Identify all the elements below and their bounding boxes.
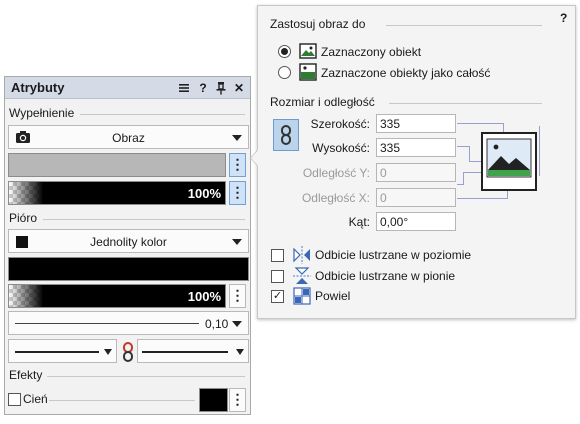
offset-y-connector-drop [463, 172, 464, 184]
effects-section-divider [47, 376, 245, 377]
size-offset-divider [389, 103, 542, 104]
chevron-down-icon [236, 349, 244, 355]
pen-color-swatch[interactable] [8, 257, 249, 281]
effects-section-label: Efekty [9, 368, 43, 382]
shadow-label: Cień [23, 392, 48, 406]
width-connector-top [479, 123, 504, 124]
angle-label: Kąt: [348, 215, 370, 229]
pen-type-dropdown[interactable]: Jednolity kolor [8, 229, 249, 253]
height-field[interactable]: 335 [376, 138, 456, 157]
fill-opacity-value: 100% [187, 186, 221, 201]
width-connector [457, 123, 479, 124]
line-width-value: 0,10 [205, 317, 229, 331]
menu-icon[interactable] [177, 80, 191, 96]
tile-label[interactable]: Powiel [315, 289, 350, 303]
line-start-preview [15, 351, 99, 353]
offset-y-label: Odległość Y: [302, 166, 370, 180]
line-width-dropdown[interactable]: 0,10 [8, 311, 249, 335]
pen-section-divider [43, 219, 245, 220]
chain-link-icon [121, 342, 135, 365]
help-button[interactable]: ? [196, 80, 210, 96]
fill-opacity-more-button[interactable]: ⋮ [229, 181, 246, 205]
apply-image-section-label: Zastosuj obraz do [270, 17, 366, 31]
line-start-dropdown[interactable] [8, 339, 117, 363]
dialog-callout-fill [251, 150, 258, 166]
height-connector [457, 146, 469, 147]
width-field[interactable]: 335 [376, 114, 456, 133]
option-selected-objects-whole-label[interactable]: Zaznaczone obiekty jako całość [321, 66, 490, 80]
fill-swatch-more-button[interactable]: ⋮ [229, 153, 246, 177]
pen-section-label: Pióro [9, 211, 38, 225]
mirror-horizontal-checkbox[interactable] [271, 249, 284, 262]
tile-checkbox[interactable]: ✓ [271, 290, 284, 303]
size-offset-section-label: Rozmiar i odległość [270, 95, 375, 109]
chevron-down-icon [232, 239, 242, 245]
pen-opacity-bar[interactable]: 100% [8, 284, 226, 308]
option-selected-object-label[interactable]: Zaznaczony obiekt [321, 45, 421, 59]
shadow-more-button[interactable]: ⋮ [229, 388, 246, 412]
offset-y-field[interactable]: 0 [376, 163, 456, 182]
chevron-down-icon [232, 135, 242, 141]
width-connector-drop [503, 123, 504, 132]
mirror-horizontal-label[interactable]: Odbicie lustrzane w poziomie [315, 248, 471, 262]
attributes-titlebar[interactable]: Atrybuty ? ✕ [5, 77, 250, 99]
line-end-dropdown[interactable] [137, 339, 249, 363]
offset-x-field[interactable]: 0 [376, 188, 456, 207]
pin-icon[interactable] [214, 80, 228, 96]
close-button[interactable]: ✕ [232, 80, 246, 96]
fill-type-dropdown[interactable]: Obraz [8, 125, 249, 149]
chevron-down-icon [232, 321, 242, 327]
image-object-icon [299, 42, 317, 63]
fill-section-divider [80, 114, 245, 115]
dialog-help-button[interactable]: ? [560, 11, 567, 25]
fill-opacity-bar[interactable]: 100% [8, 181, 226, 205]
line-end-preview [142, 351, 228, 353]
image-group-icon [299, 63, 317, 84]
mirror-vertical-checkbox[interactable] [271, 270, 284, 283]
attributes-title: Atrybuty [11, 80, 65, 95]
lock-aspect-button[interactable] [273, 119, 299, 151]
radio-selected-objects-whole[interactable] [278, 66, 291, 79]
mirror-vertical-icon [293, 267, 311, 288]
offset-y-connector [463, 172, 481, 173]
offset-y-connector-out [457, 184, 464, 185]
fill-image-swatch[interactable] [8, 153, 226, 177]
line-width-preview [15, 323, 199, 324]
shadow-color-swatch[interactable] [199, 388, 228, 412]
pen-opacity-value: 100% [187, 289, 221, 304]
mirror-horizontal-icon [293, 246, 311, 267]
offset-x-connector [457, 198, 507, 199]
angle-field[interactable]: 0,00° [376, 212, 456, 231]
offset-x-connector-up [507, 191, 508, 199]
shadow-checkbox[interactable] [8, 393, 21, 406]
mirror-vertical-label[interactable]: Odbicie lustrzane w pionie [315, 269, 455, 283]
tile-icon [293, 287, 311, 308]
fill-section-label: Wypełnienie [9, 106, 75, 120]
apply-image-divider [386, 25, 542, 26]
right-bracket [539, 126, 540, 176]
radio-selected-object[interactable] [278, 45, 291, 58]
height-label: Wysokość: [312, 141, 370, 155]
attributes-panel: Atrybuty ? ✕ Wypełnienie Obraz ⋮ 100% ⋮ … [4, 76, 251, 415]
pen-opacity-more-button[interactable]: ⋮ [229, 284, 246, 308]
swap-line-ends-button[interactable] [118, 339, 136, 363]
pen-type-label: Jednolity kolor [90, 235, 167, 249]
height-connector-in [469, 161, 481, 162]
chain-link-icon [280, 125, 293, 148]
offset-x-label: Odległość X: [301, 191, 370, 205]
height-connector-drop [469, 146, 470, 162]
shadow-divider [49, 400, 195, 401]
chevron-down-icon [104, 349, 112, 355]
image-preview [481, 132, 537, 191]
width-label: Szerokość: [310, 117, 370, 131]
fill-type-label: Obraz [112, 131, 145, 145]
